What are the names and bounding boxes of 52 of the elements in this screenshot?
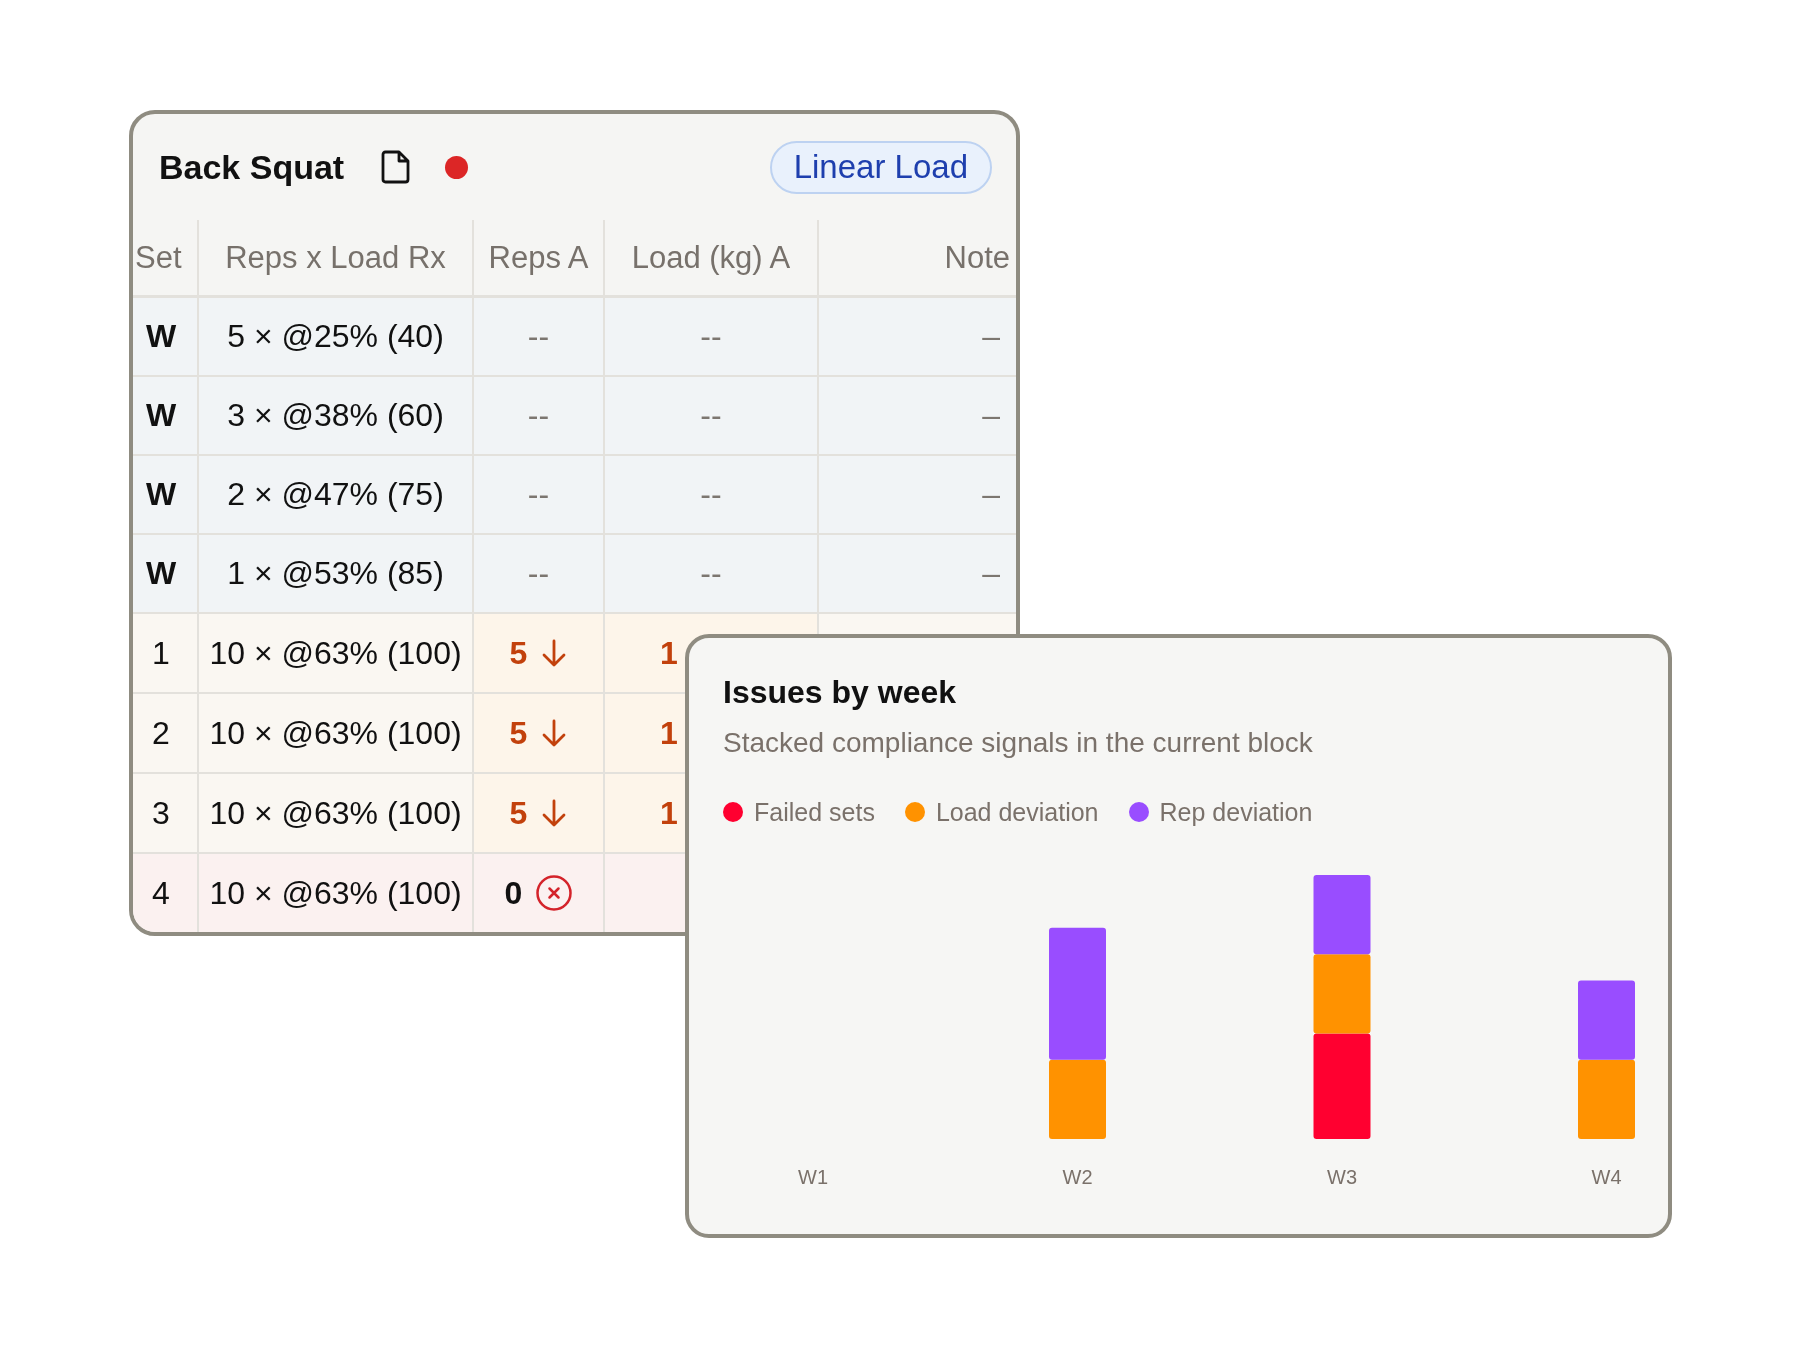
- cell-value: 1: [660, 794, 678, 832]
- table-cell: 1 × @53% (85): [199, 535, 474, 614]
- table-cell: W: [133, 298, 199, 377]
- table-cell: --: [605, 377, 819, 456]
- table-cell: –: [819, 535, 1016, 614]
- axis-label: W4: [1591, 1166, 1622, 1188]
- table-cell: 10 × @63% (100): [199, 774, 474, 854]
- arrow-down-icon: [541, 799, 568, 827]
- table-cell: --: [474, 535, 605, 614]
- table-cell: --: [605, 535, 819, 614]
- arrow-down-icon: [541, 719, 568, 747]
- reps-value: 0: [504, 874, 523, 912]
- legend-label: Rep deviation: [1159, 797, 1313, 827]
- type-tag: Linear Load: [769, 140, 992, 194]
- table-cell: –: [819, 298, 1016, 377]
- legend-label: Load deviation: [935, 797, 1099, 827]
- status-dot-icon: [445, 155, 469, 179]
- table-cell: --: [605, 298, 819, 377]
- table-cell: --: [605, 456, 819, 535]
- reps-value: 5: [509, 714, 528, 752]
- reps-value: 5: [509, 634, 528, 672]
- axis-label: W1: [798, 1166, 828, 1188]
- table-cell: –: [819, 377, 1016, 456]
- circle-x-icon: [536, 875, 573, 911]
- table-cell: --: [474, 456, 605, 535]
- table-cell: W: [133, 535, 199, 614]
- table-cell: 5 × @25% (40): [199, 298, 474, 377]
- cell-value: 1: [660, 634, 678, 672]
- chart-subtitle: Stacked compliance signals in the current block: [723, 726, 1314, 760]
- legend-label: Failed sets: [754, 797, 875, 827]
- table-cell: 2: [133, 694, 199, 774]
- cell-value: 1: [660, 714, 678, 752]
- table-cell: W: [133, 456, 199, 535]
- axis-label: W3: [1327, 1166, 1357, 1188]
- table-cell: 10 × @63% (100): [199, 854, 474, 932]
- arrow-down-icon: [541, 639, 568, 667]
- table-cell: 3 × @38% (60): [199, 377, 474, 456]
- table-cell: 1: [133, 614, 199, 694]
- axis-label: W2: [1062, 1166, 1093, 1188]
- table-cell: 4: [133, 854, 199, 932]
- table-cell: 3: [133, 774, 199, 854]
- table-cell: --: [474, 377, 605, 456]
- exercise-title: Back Squat: [159, 147, 345, 187]
- table-cell: –: [819, 456, 1016, 535]
- table-cell: W: [133, 377, 199, 456]
- table-cell: 10 × @63% (100): [199, 614, 474, 694]
- document-icon[interactable]: [380, 150, 411, 184]
- reps-value: 5: [509, 794, 528, 832]
- table-cell: --: [474, 298, 605, 377]
- table-cell: 10 × @63% (100): [199, 694, 474, 774]
- table-cell: 2 × @47% (75): [199, 456, 474, 535]
- chart-title: Issues by week: [723, 673, 958, 712]
